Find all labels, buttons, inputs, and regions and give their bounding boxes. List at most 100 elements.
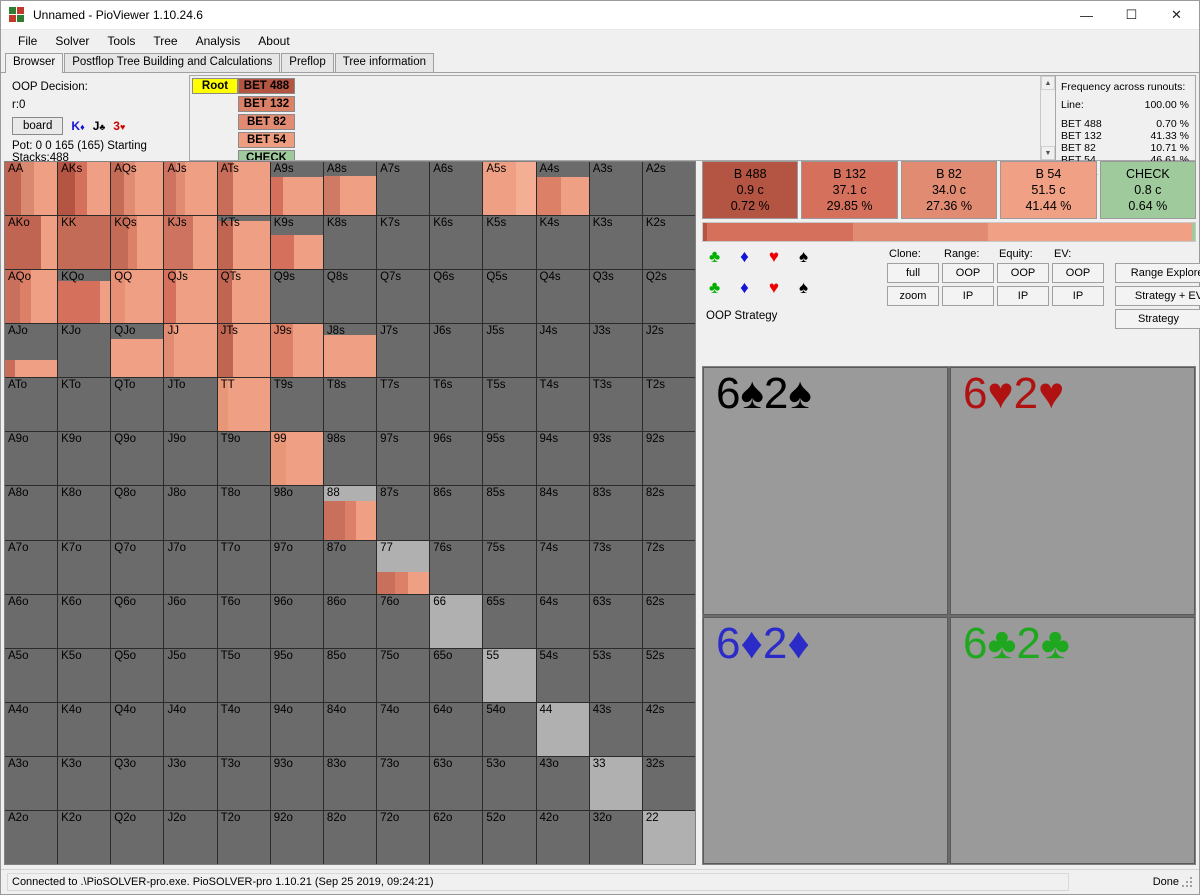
range-cell-72s[interactable]: 72s [642, 540, 695, 594]
range-cell-q4s[interactable]: Q4s [536, 270, 589, 324]
range-cell-t7s[interactable]: T7s [377, 378, 430, 432]
range-cell-t9o[interactable]: T9o [217, 432, 270, 486]
range-cell-a4s[interactable]: A4s [536, 162, 589, 216]
menu-tools[interactable]: Tools [98, 32, 144, 50]
range-ip-button[interactable]: IP [942, 286, 994, 306]
ev-ip-button[interactable]: IP [1052, 286, 1104, 306]
tree-scrollbar[interactable]: ▲ ▼ [1040, 76, 1055, 160]
range-cell-q7o[interactable]: Q7o [111, 540, 164, 594]
range-cell-94s[interactable]: 94s [536, 432, 589, 486]
range-cell-t4s[interactable]: T4s [536, 378, 589, 432]
range-oop-button[interactable]: OOP [942, 263, 994, 283]
range-cell-85o[interactable]: 85o [323, 648, 377, 702]
range-cell-tt[interactable]: TT [217, 378, 270, 432]
tab-postflop-tree-building[interactable]: Postflop Tree Building and Calculations [64, 53, 281, 72]
range-cell-j2o[interactable]: J2o [164, 810, 217, 864]
range-cell-ajs[interactable]: AJs [164, 162, 217, 216]
range-cell-a9o[interactable]: A9o [5, 432, 58, 486]
range-cell-a7o[interactable]: A7o [5, 540, 58, 594]
range-cell-k5o[interactable]: K5o [58, 648, 111, 702]
range-cell-95s[interactable]: 95s [483, 432, 536, 486]
range-cell-k3s[interactable]: K3s [589, 216, 642, 270]
range-cell-kqo[interactable]: KQo [58, 270, 111, 324]
range-cell-92s[interactable]: 92s [642, 432, 695, 486]
range-cell-k5s[interactable]: K5s [483, 216, 536, 270]
range-cell-75s[interactable]: 75s [483, 540, 536, 594]
range-cell-k8s[interactable]: K8s [323, 216, 377, 270]
range-cell-q2s[interactable]: Q2s [642, 270, 695, 324]
range-cell-ajo[interactable]: AJo [5, 324, 58, 378]
range-cell-87s[interactable]: 87s [377, 486, 430, 540]
range-cell-64s[interactable]: 64s [536, 594, 589, 648]
range-cell-74o[interactable]: 74o [377, 702, 430, 756]
range-cell-q6o[interactable]: Q6o [111, 594, 164, 648]
range-cell-82o[interactable]: 82o [323, 810, 377, 864]
range-cell-83s[interactable]: 83s [589, 486, 642, 540]
action-button-b-132[interactable]: B 132 37.1 c 29.85 % [801, 161, 898, 219]
range-cell-q3o[interactable]: Q3o [111, 756, 164, 810]
range-cell-aqs[interactable]: AQs [111, 162, 164, 216]
range-cell-66[interactable]: 66 [430, 594, 483, 648]
range-cell-ats[interactable]: ATs [217, 162, 270, 216]
range-cell-k6s[interactable]: K6s [430, 216, 483, 270]
strategy-button[interactable]: Strategy [1115, 309, 1200, 329]
range-cell-54s[interactable]: 54s [536, 648, 589, 702]
range-cell-97o[interactable]: 97o [270, 540, 323, 594]
range-cell-44[interactable]: 44 [536, 702, 589, 756]
menu-file[interactable]: File [9, 32, 46, 50]
ev-oop-button[interactable]: OOP [1052, 263, 1104, 283]
range-cell-93s[interactable]: 93s [589, 432, 642, 486]
range-cell-k4o[interactable]: K4o [58, 702, 111, 756]
range-cell-77[interactable]: 77 [377, 540, 430, 594]
range-cell-85s[interactable]: 85s [483, 486, 536, 540]
range-cell-j7s[interactable]: J7s [377, 324, 430, 378]
range-cell-j5s[interactable]: J5s [483, 324, 536, 378]
club-icon[interactable]: ♣ [709, 279, 720, 296]
range-explorer-button[interactable]: Range Explorer [1115, 263, 1200, 283]
minimize-icon[interactable]: — [1064, 1, 1109, 29]
range-cell-53s[interactable]: 53s [589, 648, 642, 702]
range-cell-j6s[interactable]: J6s [430, 324, 483, 378]
range-cell-j4o[interactable]: J4o [164, 702, 217, 756]
range-cell-62s[interactable]: 62s [642, 594, 695, 648]
range-cell-kjo[interactable]: KJo [58, 324, 111, 378]
range-cell-86o[interactable]: 86o [323, 594, 377, 648]
range-cell-a2o[interactable]: A2o [5, 810, 58, 864]
tree-action-bet-54[interactable]: BET 54 [238, 132, 295, 148]
range-cell-76o[interactable]: 76o [377, 594, 430, 648]
range-cell-k4s[interactable]: K4s [536, 216, 589, 270]
range-cell-63s[interactable]: 63s [589, 594, 642, 648]
range-cell-j3s[interactable]: J3s [589, 324, 642, 378]
range-cell-qjs[interactable]: QJs [164, 270, 217, 324]
tab-tree-information[interactable]: Tree information [334, 53, 435, 72]
range-cell-kto[interactable]: KTo [58, 378, 111, 432]
club-icon[interactable]: ♣ [709, 248, 720, 265]
range-cell-k6o[interactable]: K6o [58, 594, 111, 648]
range-cell-qto[interactable]: QTo [111, 378, 164, 432]
range-cell-62o[interactable]: 62o [430, 810, 483, 864]
spade-icon[interactable]: ♠ [799, 248, 808, 265]
range-cell-kjs[interactable]: KJs [164, 216, 217, 270]
range-cell-t2s[interactable]: T2s [642, 378, 695, 432]
range-cell-ako[interactable]: AKo [5, 216, 58, 270]
range-cell-94o[interactable]: 94o [270, 702, 323, 756]
range-cell-84o[interactable]: 84o [323, 702, 377, 756]
range-cell-87o[interactable]: 87o [323, 540, 377, 594]
range-cell-t7o[interactable]: T7o [217, 540, 270, 594]
range-cell-jj[interactable]: JJ [164, 324, 217, 378]
range-cell-93o[interactable]: 93o [270, 756, 323, 810]
range-cell-j8o[interactable]: J8o [164, 486, 217, 540]
strategy-plus-ev-button[interactable]: Strategy + EV [1115, 286, 1200, 306]
combo-quadrant[interactable]: 6♥2♥ [950, 367, 1195, 615]
action-button-b-82[interactable]: B 82 34.0 c 27.36 % [900, 161, 998, 219]
resize-grip-icon[interactable] [1182, 877, 1192, 887]
range-cell-k9o[interactable]: K9o [58, 432, 111, 486]
range-cell-t6o[interactable]: T6o [217, 594, 270, 648]
range-cell-k7o[interactable]: K7o [58, 540, 111, 594]
range-cell-82s[interactable]: 82s [642, 486, 695, 540]
range-cell-a5o[interactable]: A5o [5, 648, 58, 702]
range-cell-kts[interactable]: KTs [217, 216, 270, 270]
range-cell-jto[interactable]: JTo [164, 378, 217, 432]
range-cell-t4o[interactable]: T4o [217, 702, 270, 756]
range-cell-52s[interactable]: 52s [642, 648, 695, 702]
